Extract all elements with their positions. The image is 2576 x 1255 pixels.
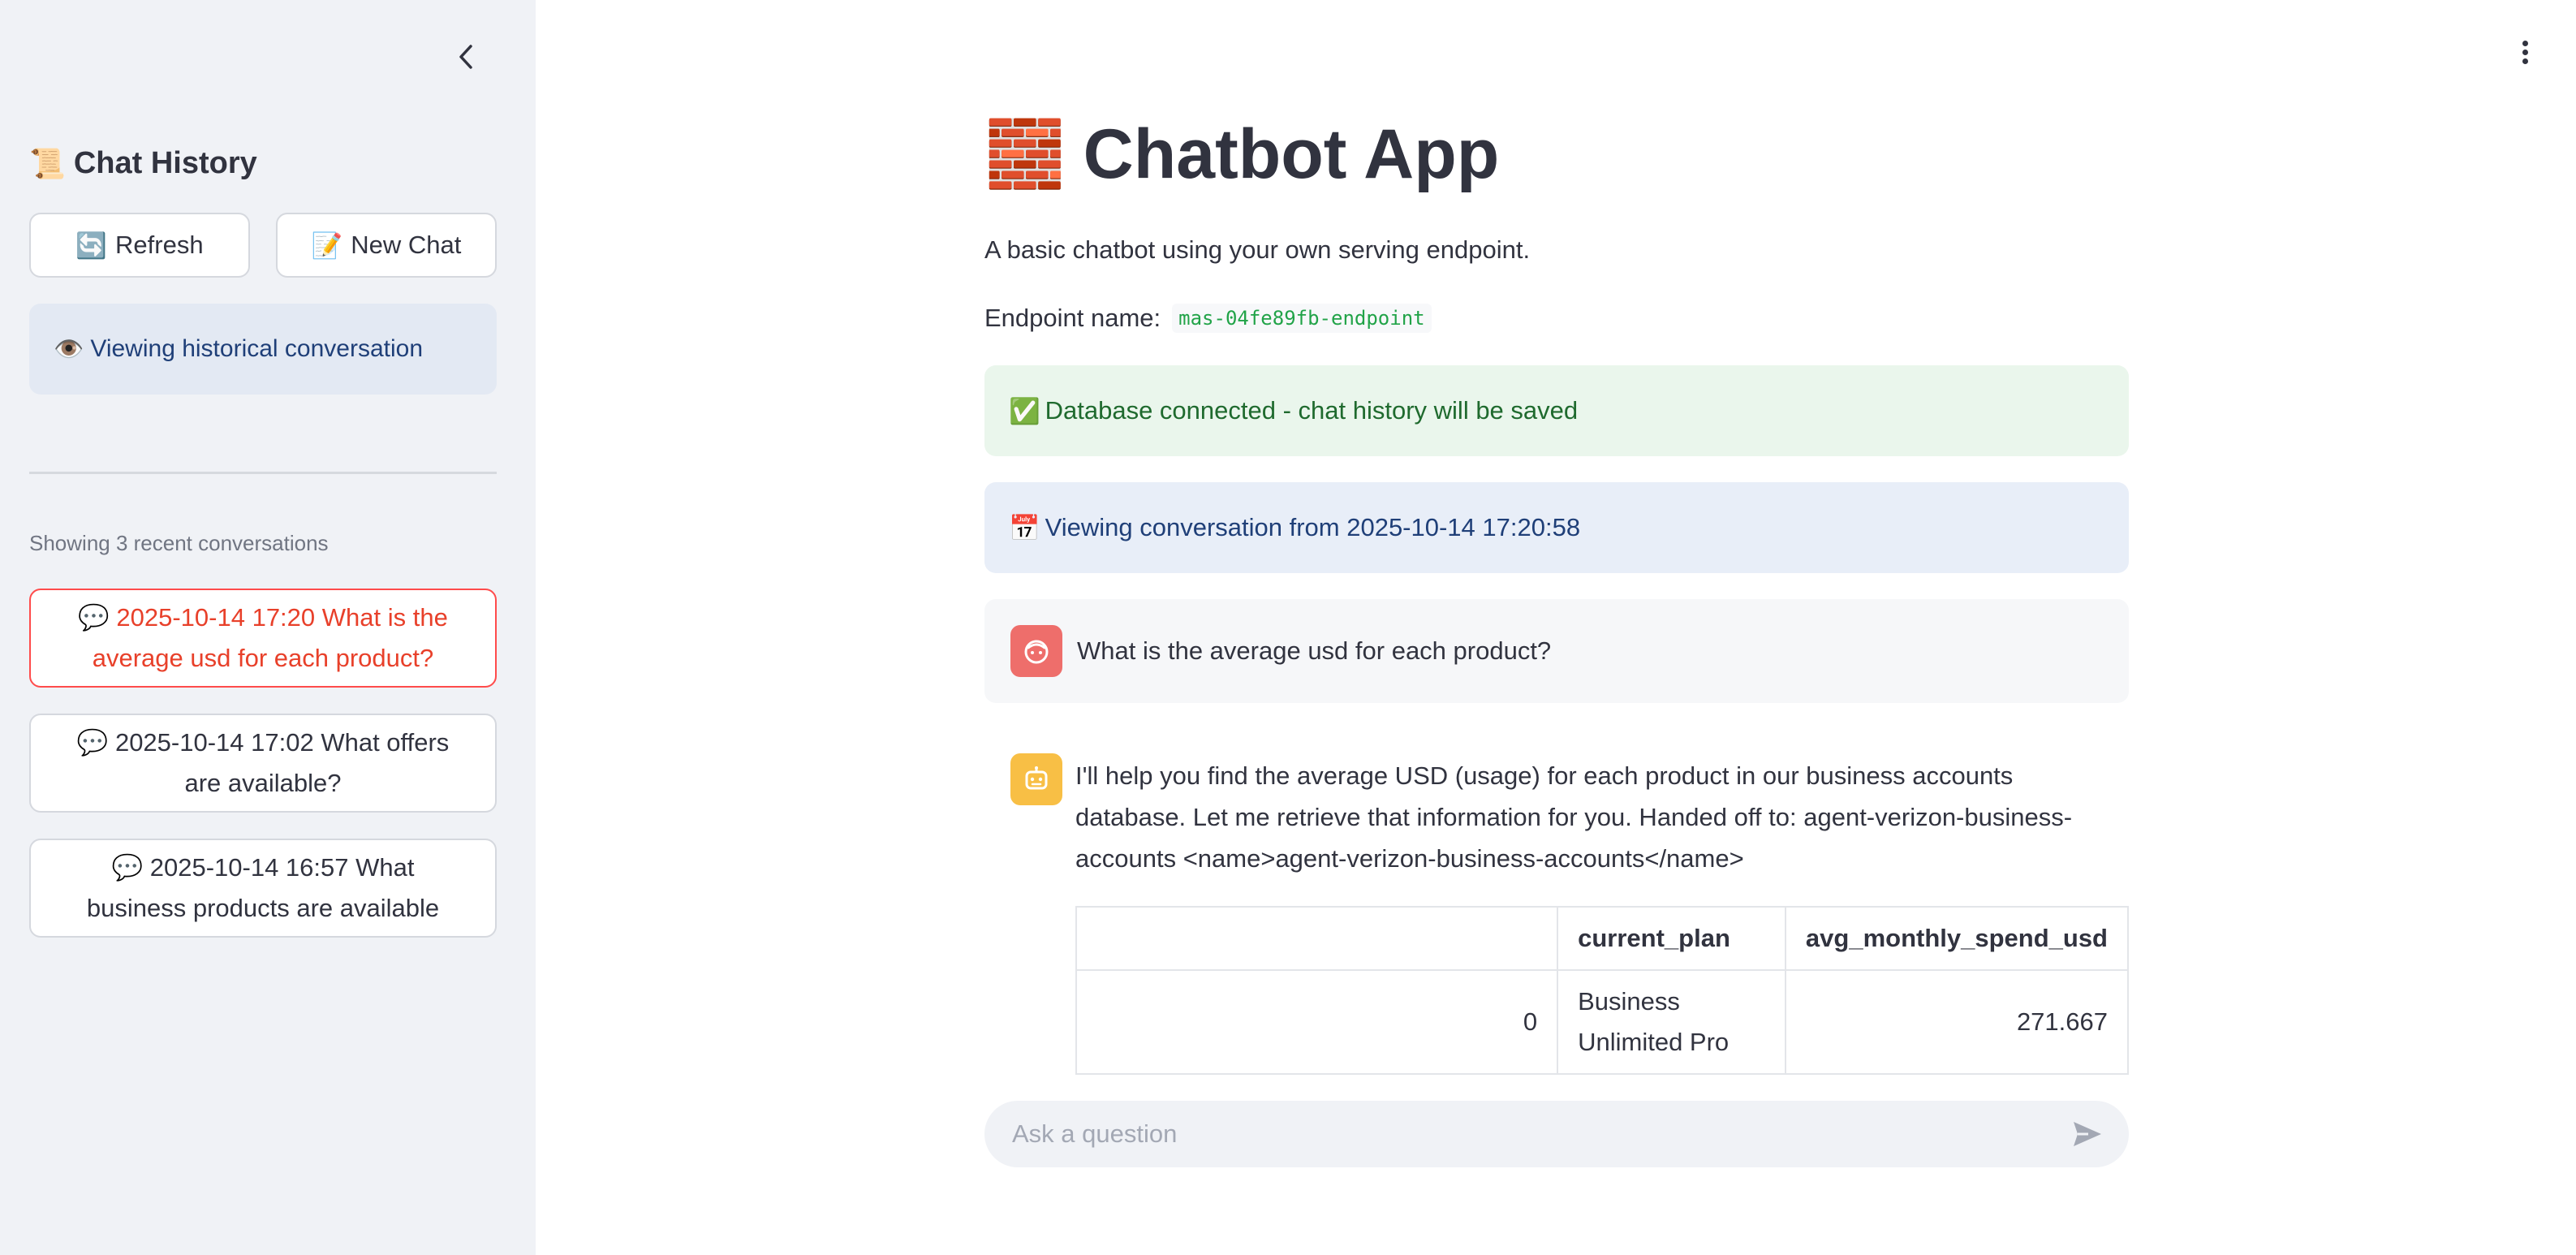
conversation-text: 2025-10-14 17:02 What offers are availab…	[114, 728, 450, 797]
table-header-row: current_plan avg_monthly_spend_usd	[1075, 906, 2130, 971]
table-cell-index: 0	[1075, 969, 1559, 1075]
database-status-alert: ✅ Database connected - chat history will…	[984, 365, 2129, 456]
sidebar: 📜 Chat History 🔄 Refresh 📝 New Chat 👁️ V…	[0, 0, 536, 1255]
table-header-index[interactable]	[1075, 906, 1559, 971]
calendar-icon: 📅	[1009, 513, 1040, 542]
viewing-conversation-text: Viewing conversation from 2025-10-14 17:…	[1045, 513, 1581, 541]
user-message: What is the average usd for each product…	[984, 599, 2129, 703]
endpoint-label: Endpoint name:	[984, 304, 1161, 332]
chat-input[interactable]	[1012, 1119, 2070, 1149]
refresh-button[interactable]: 🔄 Refresh	[29, 213, 250, 278]
speech-bubble-icon: 💬	[78, 603, 110, 632]
conversation-item[interactable]: 💬 2025-10-14 16:57 What business product…	[29, 839, 497, 938]
check-icon: ✅	[1009, 396, 1040, 425]
table-header-avg-spend[interactable]: avg_monthly_spend_usd	[1784, 906, 2130, 971]
viewing-conversation-alert: 📅 Viewing conversation from 2025-10-14 1…	[984, 482, 2129, 573]
memo-icon: 📝	[311, 231, 343, 260]
sidebar-divider	[29, 472, 497, 474]
chat-input-container	[984, 1101, 2129, 1167]
send-icon[interactable]	[2070, 1117, 2104, 1151]
more-vertical-icon[interactable]	[2513, 36, 2537, 68]
results-table: current_plan avg_monthly_spend_usd 0 Bus…	[1075, 906, 2130, 1075]
chevron-left-icon[interactable]	[451, 41, 480, 73]
viewing-historical-label: Viewing historical conversation	[90, 335, 424, 362]
endpoint-value: mas-04fe89fb-endpoint	[1172, 304, 1432, 333]
bricks-icon: 🧱	[984, 118, 1066, 190]
database-status-text: Database connected - chat history will b…	[1045, 396, 1579, 425]
page-title-text: Chatbot App	[1083, 114, 1500, 193]
recent-conversations-caption: Showing 3 recent conversations	[29, 531, 329, 555]
new-chat-label: New Chat	[351, 231, 462, 259]
conversation-label: 💬 2025-10-14 16:57 What business product…	[63, 847, 463, 929]
assistant-message-text: I'll help you find the average USD (usag…	[1075, 761, 2073, 873]
page-subtitle: A basic chatbot using your own serving e…	[984, 235, 1531, 264]
refresh-label: Refresh	[115, 231, 204, 259]
conversation-item[interactable]: 💬 2025-10-14 17:20 What is the average u…	[29, 589, 497, 688]
user-avatar-icon	[1010, 625, 1062, 677]
refresh-icon: 🔄	[75, 231, 108, 260]
table-cell-current-plan: Business Unlimited Pro	[1557, 969, 1786, 1075]
scroll-icon: 📜	[29, 146, 66, 180]
robot-avatar-icon	[1010, 753, 1062, 805]
conversation-item[interactable]: 💬 2025-10-14 17:02 What offers are avail…	[29, 714, 497, 813]
page-title: 🧱 Chatbot App	[984, 114, 1499, 195]
user-message-text: What is the average usd for each product…	[1077, 636, 1552, 665]
speech-bubble-icon: 💬	[76, 728, 109, 757]
table-cell-avg-spend: 271.667	[1784, 969, 2130, 1075]
endpoint-row: Endpoint name: mas-04fe89fb-endpoint	[984, 304, 1432, 333]
conversation-text: 2025-10-14 17:20 What is the average usd…	[92, 603, 448, 672]
conversation-label: 💬 2025-10-14 17:02 What offers are avail…	[63, 722, 463, 804]
eye-icon: 👁️	[54, 335, 84, 363]
sidebar-title: 📜 Chat History	[29, 146, 257, 181]
conversation-label: 💬 2025-10-14 17:20 What is the average u…	[63, 597, 463, 679]
sidebar-title-text: Chat History	[73, 146, 257, 180]
table-row: 0 Business Unlimited Pro 271.667	[1075, 969, 2130, 1075]
table-header-current-plan[interactable]: current_plan	[1557, 906, 1786, 971]
new-chat-button[interactable]: 📝 New Chat	[276, 213, 497, 278]
speech-bubble-icon: 💬	[111, 853, 144, 882]
viewing-historical-info: 👁️ Viewing historical conversation	[29, 304, 497, 395]
